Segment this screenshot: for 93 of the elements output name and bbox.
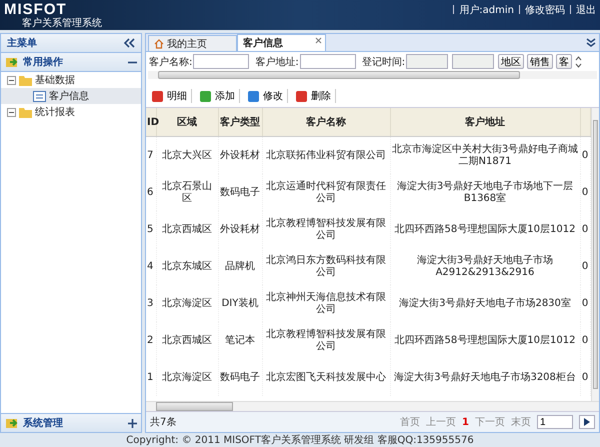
- expander-icon: [7, 108, 16, 116]
- table-cell: 北京海淀区: [156, 359, 218, 396]
- table-cell: 0: [580, 174, 590, 211]
- table-cell: 北京运通时代科贸有限责任公司: [262, 174, 390, 211]
- chevron-icon[interactable]: [586, 38, 596, 48]
- table-cell: 外设耗材: [218, 136, 262, 174]
- header-link[interactable]: 退出: [576, 3, 596, 17]
- table-cell: 北四环西路58号理想国际大厦10层1012: [390, 211, 580, 248]
- expander-icon: [7, 76, 16, 84]
- accordion-header[interactable]: 常用操作: [1, 53, 141, 72]
- table-cell: 0: [580, 136, 590, 174]
- column-header[interactable]: ID: [146, 108, 156, 136]
- table-cell: 0: [580, 322, 590, 359]
- table-cell: DIY装机: [218, 285, 262, 322]
- horizontal-scrollbar[interactable]: [148, 71, 597, 79]
- field-label: 登记时间:: [362, 56, 406, 68]
- table-cell: 品牌机: [218, 248, 262, 285]
- folder-icon: [19, 74, 32, 86]
- table-cell: 海淀大街3号鼎好天地电子市场2830室: [390, 285, 580, 322]
- column-header[interactable]: 客户名称: [262, 108, 390, 136]
- table-cell: 北京东城区: [156, 248, 218, 285]
- date-field[interactable]: [452, 54, 494, 69]
- spinner-icon[interactable]: [575, 54, 582, 68]
- copyright-text: Copyright: © 2011 MISOFT客户关系管理系统 研发组 客服QQ:135955576: [126, 434, 474, 447]
- toolbar-button[interactable]: 添加: [196, 89, 240, 103]
- toolbar-button[interactable]: 删除: [292, 89, 336, 103]
- table-cell: 6: [146, 174, 156, 211]
- header-link[interactable]: 用户:admin: [459, 3, 514, 17]
- page-input[interactable]: 1: [537, 415, 573, 429]
- vertical-scrollbar[interactable]: [590, 108, 599, 401]
- table-cell: 北京教程博智科技发展有限公司: [262, 322, 390, 359]
- table-cell: 北京石景山区: [156, 174, 218, 211]
- column-header[interactable]: 客户地址: [390, 108, 580, 136]
- input-field[interactable]: [300, 54, 356, 69]
- tree-item[interactable]: 统计报表: [1, 104, 141, 120]
- table-cell: 海淀大街3号鼎好天地电子市场A2912&2913&2916: [390, 248, 580, 285]
- sidebar-title: 主菜单: [7, 36, 37, 50]
- table-cell: 北京教程博智科技发展有限公司: [262, 211, 390, 248]
- table-cell: 3: [146, 285, 156, 322]
- record-count: 共7条: [150, 416, 176, 429]
- table-cell: 4: [146, 248, 156, 285]
- table-cell: 2: [146, 322, 156, 359]
- play-icon: [584, 418, 590, 426]
- table-cell: 北京西城区: [156, 211, 218, 248]
- input-field[interactable]: [193, 54, 250, 69]
- folder-icon: [19, 106, 32, 118]
- field-label: 客户地址:: [255, 56, 299, 68]
- table-cell: 北四环西路58号理想国际大厦10层1012: [390, 322, 580, 359]
- filter-button[interactable]: 地区: [498, 54, 524, 69]
- toolbar-button[interactable]: 明细: [148, 89, 192, 103]
- table-cell: 北京鸿日东方数码科技有限公司: [262, 248, 390, 285]
- table-cell: 数码电子: [218, 359, 262, 396]
- table-cell: 北京大兴区: [156, 136, 218, 174]
- table-cell: 7: [146, 136, 156, 174]
- field-label: 客户名称:: [149, 56, 192, 68]
- table-cell: 北京神州天海信息技术有限公司: [262, 285, 390, 322]
- horizontal-scrollbar[interactable]: [146, 401, 599, 411]
- table-cell: 5: [146, 211, 156, 248]
- tab[interactable]: 客户信息: [237, 34, 326, 51]
- table-cell: 北京宏图飞天科技发展中心: [262, 359, 390, 396]
- table-cell: 海淀大街3号鼎好天地电子市场3208柜台: [390, 359, 580, 396]
- date-field[interactable]: [406, 54, 448, 69]
- filter-button[interactable]: 客: [556, 54, 572, 69]
- table-cell: 北京市海淀区中关村大街3号鼎好电子商城二期N1871: [390, 136, 580, 174]
- filter-button[interactable]: 销售: [527, 54, 554, 69]
- table-cell: 0: [580, 248, 590, 285]
- toggle-icon: [128, 418, 137, 428]
- table-cell: 0: [580, 285, 590, 322]
- table-cell: 北京联拓伟业科贸有限公司: [262, 136, 390, 174]
- tab[interactable]: 我的主页: [148, 35, 237, 51]
- tree-item[interactable]: 基础数据: [1, 72, 141, 88]
- tree-item[interactable]: 客户信息: [1, 88, 141, 104]
- collapse-icon[interactable]: [123, 38, 135, 48]
- table-cell: 海淀大街3号鼎好天地电子市场地下一层B1368室: [390, 174, 580, 211]
- table-cell: 0: [580, 359, 590, 396]
- app-logo: MISFOT: [4, 2, 68, 18]
- table-cell: 数码电子: [218, 174, 262, 211]
- go-button[interactable]: [579, 415, 595, 429]
- home-icon: [154, 38, 164, 48]
- column-header[interactable]: 客户类型: [218, 108, 262, 136]
- app-subtitle: 客户关系管理系统: [21, 18, 102, 30]
- accordion-header[interactable]: 系统管理: [1, 413, 141, 432]
- table-cell: 笔记本: [218, 322, 262, 359]
- table-cell: 1: [146, 359, 156, 396]
- toolbar-button[interactable]: 修改: [244, 89, 288, 103]
- table-cell: 北京西城区: [156, 322, 218, 359]
- table-cell: 北京海淀区: [156, 285, 218, 322]
- current-page: 1: [462, 416, 469, 428]
- table-cell: 外设耗材: [218, 211, 262, 248]
- form-icon: [33, 90, 46, 102]
- close-icon[interactable]: [315, 37, 322, 44]
- header-link[interactable]: 修改密码: [525, 3, 565, 17]
- table-cell: 0: [580, 211, 590, 248]
